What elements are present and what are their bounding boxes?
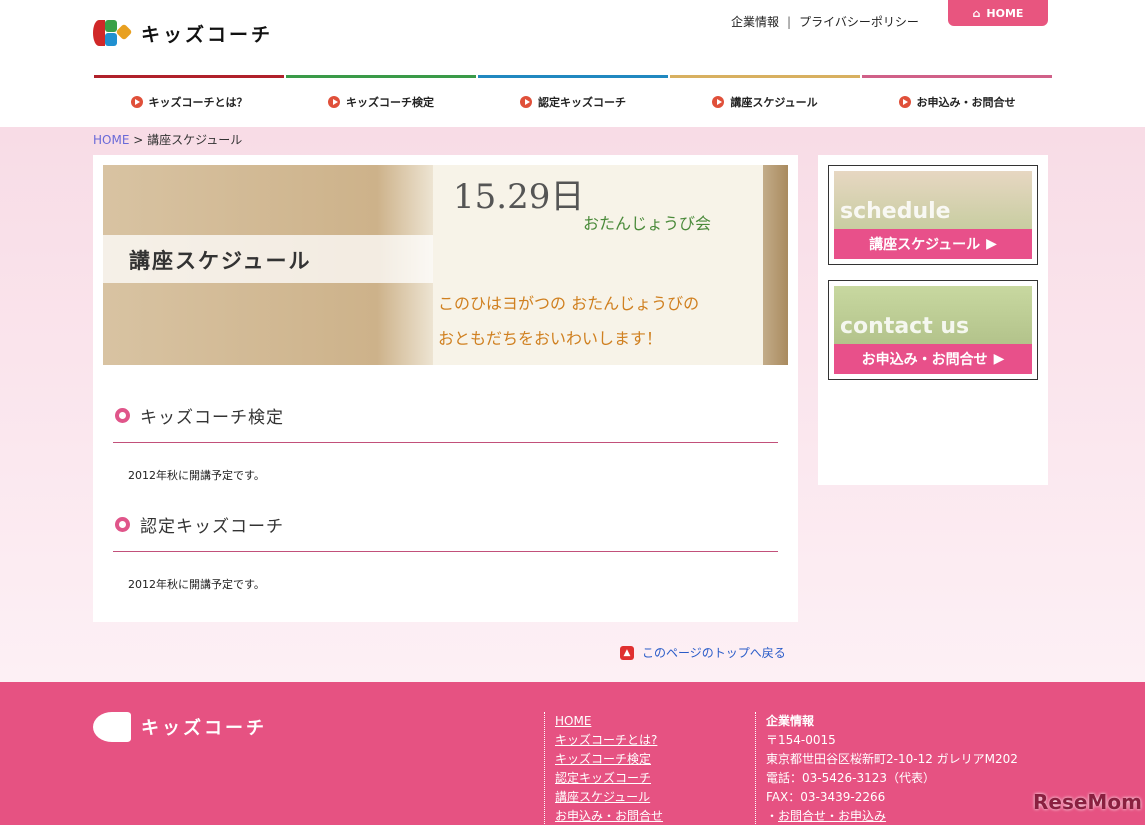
- footer-company: 企業情報 〒154-0015 東京都世田谷区桜新町2-10-12 ガレリアM20…: [755, 712, 1018, 826]
- separator: |: [787, 15, 792, 29]
- main-nav: キッズコーチとは？ キッズコーチ検定 認定キッズコーチ 講座スケジュール お申込…: [94, 75, 1052, 125]
- footer-logo[interactable]: キッズコーチ: [93, 712, 267, 742]
- logo-icon: [93, 712, 131, 742]
- schedule-banner[interactable]: schedule 講座スケジュール ▶: [828, 165, 1038, 265]
- logo-icon: [93, 18, 133, 48]
- house-icon: ⌂: [972, 6, 981, 20]
- nav-label: キッズコーチとは？: [148, 95, 248, 109]
- nav-item-exam[interactable]: キッズコーチ検定: [286, 75, 476, 125]
- arrow-icon: [130, 95, 143, 108]
- play-arrow-icon: ▶: [993, 351, 1005, 367]
- back-to-top-label: このページのトップへ戻る: [642, 646, 786, 660]
- banner-label: 講座スケジュール: [869, 237, 981, 253]
- footer-link-certified[interactable]: 認定キッズコーチ: [555, 769, 663, 788]
- ring-bullet-icon: [115, 517, 130, 532]
- home-button[interactable]: ⌂ HOME: [948, 0, 1048, 26]
- footer-link-home[interactable]: HOME: [555, 712, 663, 731]
- nav-item-schedule[interactable]: 講座スケジュール: [670, 75, 860, 125]
- section-body: 2012年秋に開講予定です。: [128, 578, 265, 591]
- footer-link-contact[interactable]: お申込み・お問合せ: [555, 807, 663, 826]
- sidebar: schedule 講座スケジュール ▶ contact us お申込み・お問合せ ▶: [818, 155, 1048, 485]
- footer-link-schedule[interactable]: 講座スケジュール: [555, 788, 663, 807]
- hero-image: 15.29日 おたんじょうび会 このひはヨがつの おたんじょうびの おともだちを…: [103, 165, 788, 365]
- nav-label: 認定キッズコーチ: [538, 95, 626, 109]
- nav-label: 講座スケジュール: [730, 95, 818, 109]
- main-content: 15.29日 おたんじょうび会 このひはヨがつの おたんじょうびの おともだちを…: [93, 155, 798, 622]
- footer-contact-link[interactable]: お問合せ・お申込み: [778, 809, 886, 823]
- page-title: 講座スケジュール: [103, 235, 433, 283]
- header: キッズコーチ 企業情報 | プライバシーポリシー ⌂ HOME キッズコーチとは？ キ…: [0, 0, 1145, 127]
- section-body: 2012年秋に開講予定です。: [128, 469, 265, 482]
- banner-label: お申込み・お問合せ: [861, 352, 988, 368]
- back-to-top-link[interactable]: ▲ このページのトップへ戻る: [620, 644, 786, 661]
- play-arrow-icon: ▶: [986, 236, 997, 252]
- breadcrumb-current: 講座スケジュール: [147, 133, 243, 147]
- arrow-icon: [328, 95, 340, 108]
- home-button-label: HOME: [986, 6, 1024, 20]
- arrow-icon: [898, 95, 911, 108]
- company-phone: 電話：03-5426-3123（代表）: [766, 771, 936, 785]
- privacy-policy-link[interactable]: プライバシーポリシー: [799, 15, 919, 29]
- section-exam: キッズコーチ検定 2012年秋に開講予定です。: [113, 403, 778, 483]
- banner-word: contact us: [840, 314, 970, 339]
- company-info-link[interactable]: 企業情報: [731, 15, 779, 29]
- company-address: 東京都世田谷区桜新町2-10-12 ガレリアM202: [766, 752, 1018, 766]
- nav-item-about[interactable]: キッズコーチとは？: [94, 75, 284, 125]
- footer-link-about[interactable]: キッズコーチとは?: [555, 731, 663, 750]
- breadcrumb: HOME > 講座スケジュール: [93, 131, 242, 148]
- nav-label: キッズコーチ検定: [346, 95, 434, 109]
- nav-label: お申込み・お問合せ: [916, 95, 1016, 109]
- ring-bullet-icon: [115, 408, 130, 423]
- top-links: 企業情報 | プライバシーポリシー: [731, 13, 919, 30]
- breadcrumb-sep: >: [133, 133, 144, 147]
- breadcrumb-home[interactable]: HOME: [93, 133, 129, 147]
- footer-link-exam[interactable]: キッズコーチ検定: [555, 750, 663, 769]
- site-logo[interactable]: キッズコーチ: [93, 18, 273, 48]
- contact-banner[interactable]: contact us お申込み・お問合せ ▶: [828, 280, 1038, 380]
- hero-note-image: 15.29日 おたんじょうび会 このひはヨがつの おたんじょうびの おともだちを…: [433, 165, 763, 365]
- arrow-icon: [520, 95, 532, 108]
- section-title: 認定キッズコーチ: [140, 517, 284, 537]
- company-postal: 〒154-0015: [766, 733, 836, 747]
- section-certified: 認定キッズコーチ 2012年秋に開講予定です。: [113, 512, 778, 592]
- section-title: キッズコーチ検定: [140, 408, 284, 428]
- footer-logo-text: キッズコーチ: [141, 718, 267, 739]
- company-heading: 企業情報: [766, 714, 815, 728]
- banner-word: schedule: [840, 199, 951, 224]
- bullet: ・: [766, 809, 779, 823]
- nav-item-contact[interactable]: お申込み・お問合せ: [862, 75, 1052, 125]
- watermark-logo: ReseMom: [1033, 790, 1142, 814]
- footer: キッズコーチ HOME キッズコーチとは? キッズコーチ検定 認定キッズコーチ …: [0, 682, 1145, 826]
- arrow-icon: [712, 95, 725, 108]
- up-arrow-icon: ▲: [620, 645, 634, 660]
- footer-links: HOME キッズコーチとは? キッズコーチ検定 認定キッズコーチ 講座スケジュー…: [544, 712, 663, 826]
- nav-item-certified[interactable]: 認定キッズコーチ: [478, 75, 668, 125]
- company-fax: FAX：03-3439-2266: [766, 790, 886, 804]
- logo-text: キッズコーチ: [141, 23, 274, 46]
